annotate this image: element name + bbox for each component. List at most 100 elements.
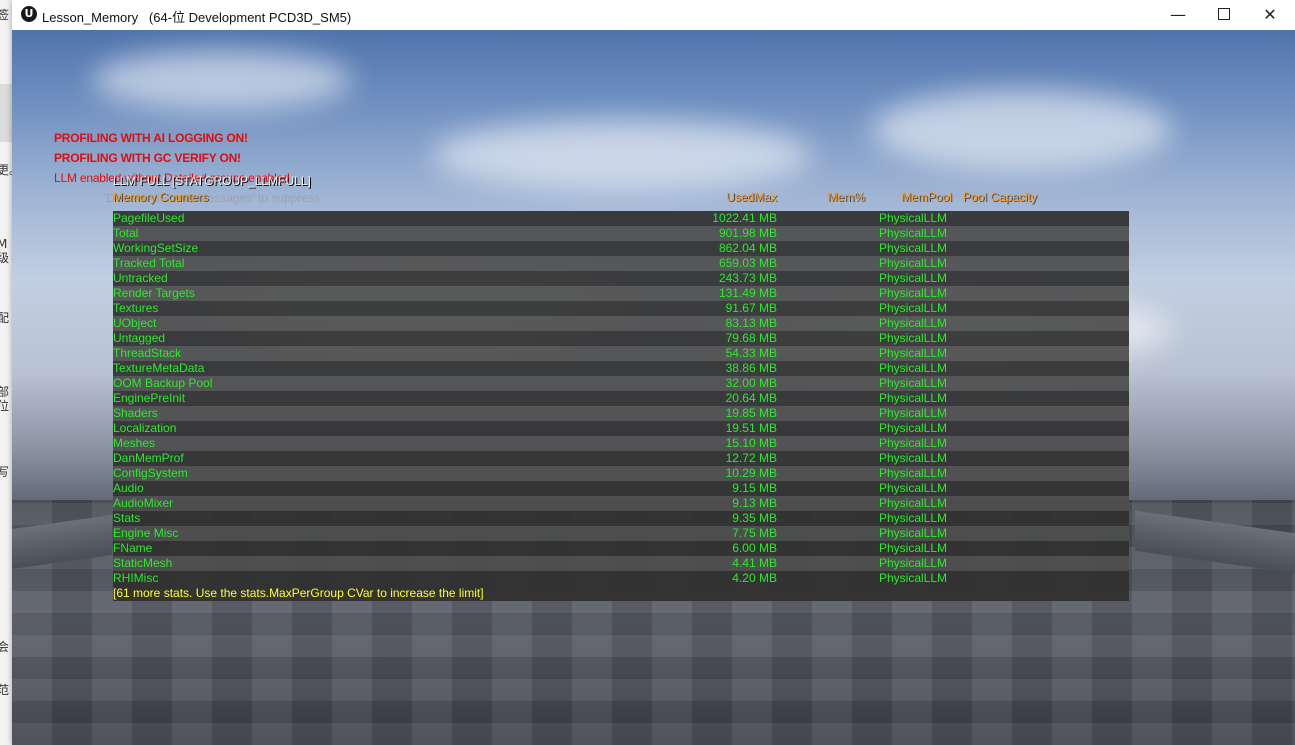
stat-row: FName 6.00 MB PhysicalLLM bbox=[113, 541, 1129, 556]
stat-used-max: 83.13 MB bbox=[725, 316, 777, 330]
game-window: U Lesson_Memory (64-位 Development PCD3D_… bbox=[12, 0, 1295, 745]
stat-name: Untagged bbox=[113, 331, 166, 345]
stat-row: Untracked 243.73 MB PhysicalLLM bbox=[113, 271, 1129, 286]
stat-mem-pool: PhysicalLLM bbox=[879, 481, 948, 495]
stat-row: StaticMesh 4.41 MB PhysicalLLM bbox=[113, 556, 1129, 571]
stat-mem-pool: PhysicalLLM bbox=[879, 286, 948, 300]
stat-used-max: 54.33 MB bbox=[725, 346, 777, 360]
stat-name: FName bbox=[113, 541, 153, 555]
stat-used-max: 4.41 MB bbox=[732, 556, 777, 570]
stat-mem-pool: PhysicalLLM bbox=[879, 226, 948, 240]
stat-row: DanMemProf 12.72 MB PhysicalLLM bbox=[113, 451, 1129, 466]
stat-used-max: 19.51 MB bbox=[725, 421, 777, 435]
stat-used-max: 659.03 MB bbox=[718, 256, 777, 270]
stat-group-title: LLM FULL [STATGROUP_LLMFULL] bbox=[113, 174, 311, 188]
stat-name: Audio bbox=[113, 481, 144, 495]
stat-used-max: 4.20 MB bbox=[732, 571, 777, 585]
stat-name: Untracked bbox=[113, 271, 168, 285]
stat-mem-pool: PhysicalLLM bbox=[879, 511, 948, 525]
title-bar[interactable]: U Lesson_Memory (64-位 Development PCD3D_… bbox=[12, 0, 1295, 30]
stat-mem-pool: PhysicalLLM bbox=[879, 211, 948, 225]
maximize-icon bbox=[1218, 8, 1230, 20]
stat-used-max: 32.00 MB bbox=[725, 376, 777, 390]
stat-row: EnginePreInit 20.64 MB PhysicalLLM bbox=[113, 391, 1129, 406]
stat-row: WorkingSetSize 862.04 MB PhysicalLLM bbox=[113, 241, 1129, 256]
stat-mem-pool: PhysicalLLM bbox=[879, 346, 948, 360]
stat-mem-pool: PhysicalLLM bbox=[879, 556, 948, 570]
stat-name: TextureMetaData bbox=[113, 361, 205, 375]
cloud bbox=[432, 120, 812, 190]
stat-mem-pool: PhysicalLLM bbox=[879, 541, 948, 555]
close-button[interactable]: ✕ bbox=[1247, 0, 1293, 30]
stat-used-max: 38.86 MB bbox=[725, 361, 777, 375]
stat-mem-pool: PhysicalLLM bbox=[879, 331, 948, 345]
background-text: 写 bbox=[0, 465, 9, 479]
stat-mem-pool: PhysicalLLM bbox=[879, 526, 948, 540]
stat-used-max: 20.64 MB bbox=[725, 391, 777, 405]
close-icon: ✕ bbox=[1263, 5, 1277, 24]
stat-used-max: 79.68 MB bbox=[725, 331, 777, 345]
stat-used-max: 131.49 MB bbox=[718, 286, 777, 300]
stat-name: Textures bbox=[113, 301, 159, 315]
stat-used-max: 9.13 MB bbox=[732, 496, 777, 510]
stat-mem-pool: PhysicalLLM bbox=[879, 496, 948, 510]
stat-used-max: 12.72 MB bbox=[725, 451, 777, 465]
stat-name: Shaders bbox=[113, 406, 158, 420]
stat-row: AudioMixer 9.13 MB PhysicalLLM bbox=[113, 496, 1129, 511]
stat-used-max: 7.75 MB bbox=[732, 526, 777, 540]
header-pool-capacity: Pool Capacity bbox=[963, 190, 1038, 204]
header-memory-counters: Memory Counters bbox=[113, 190, 209, 204]
stat-used-max: 9.15 MB bbox=[732, 481, 777, 495]
stat-row: Engine Misc 7.75 MB PhysicalLLM bbox=[113, 526, 1129, 541]
stat-mem-pool: PhysicalLLM bbox=[879, 256, 948, 270]
stat-name: Stats bbox=[113, 511, 141, 525]
stat-used-max: 19.85 MB bbox=[725, 406, 777, 420]
stat-name: RHIMisc bbox=[113, 571, 159, 585]
stat-used-max: 15.10 MB bbox=[725, 436, 777, 450]
unreal-logo-icon: U bbox=[21, 6, 37, 22]
stat-used-max: 6.00 MB bbox=[732, 541, 777, 555]
game-viewport[interactable]: PROFILING WITH AI LOGGING ON! PROFILING … bbox=[12, 30, 1295, 745]
stat-name: Engine Misc bbox=[113, 526, 179, 540]
stat-mem-pool: PhysicalLLM bbox=[879, 301, 948, 315]
stat-used-max: 91.67 MB bbox=[725, 301, 777, 315]
stat-row: Render Targets 131.49 MB PhysicalLLM bbox=[113, 286, 1129, 301]
stat-mem-pool: PhysicalLLM bbox=[879, 421, 948, 435]
stat-name: Render Targets bbox=[113, 286, 195, 300]
stat-row: Localization 19.51 MB PhysicalLLM bbox=[113, 421, 1129, 436]
stat-name: StaticMesh bbox=[113, 556, 173, 570]
header-mem-percent: Mem% bbox=[827, 190, 865, 204]
stat-used-max: 901.98 MB bbox=[718, 226, 777, 240]
stat-row: UObject 83.13 MB PhysicalLLM bbox=[113, 316, 1129, 331]
stat-mem-pool: PhysicalLLM bbox=[879, 451, 948, 465]
stat-mem-pool: PhysicalLLM bbox=[879, 571, 948, 585]
stat-name: UObject bbox=[113, 316, 157, 330]
stat-used-max: 862.04 MB bbox=[718, 241, 777, 255]
stat-row: Textures 91.67 MB PhysicalLLM bbox=[113, 301, 1129, 316]
stat-used-max: 9.35 MB bbox=[732, 511, 777, 525]
stat-mem-pool: PhysicalLLM bbox=[879, 391, 948, 405]
stat-mem-pool: PhysicalLLM bbox=[879, 436, 948, 450]
stat-row: Audio 9.15 MB PhysicalLLM bbox=[113, 481, 1129, 496]
stat-name: ConfigSystem bbox=[113, 466, 188, 480]
stat-mem-pool: PhysicalLLM bbox=[879, 241, 948, 255]
gc-verify-warning: PROFILING WITH GC VERIFY ON! bbox=[54, 151, 241, 165]
stat-row: Shaders 19.85 MB PhysicalLLM bbox=[113, 406, 1129, 421]
maximize-button[interactable] bbox=[1201, 0, 1247, 30]
minimize-button[interactable]: — bbox=[1155, 0, 1201, 30]
stat-name: AudioMixer bbox=[113, 496, 174, 510]
stat-mem-pool: PhysicalLLM bbox=[879, 361, 948, 375]
stat-used-max: 1022.41 MB bbox=[712, 211, 777, 225]
stat-row: Stats 9.35 MB PhysicalLLM bbox=[113, 511, 1129, 526]
stat-row: TextureMetaData 38.86 MB PhysicalLLM bbox=[113, 361, 1129, 376]
stat-name: EnginePreInit bbox=[113, 391, 186, 405]
stat-name: OOM Backup Pool bbox=[113, 376, 213, 390]
stat-row: Untagged 79.68 MB PhysicalLLM bbox=[113, 331, 1129, 346]
stat-name: Meshes bbox=[113, 436, 156, 450]
stat-row: Meshes 15.10 MB PhysicalLLM bbox=[113, 436, 1129, 451]
stat-name: Total bbox=[113, 226, 139, 240]
stat-used-max: 243.73 MB bbox=[718, 271, 777, 285]
stat-row: PagefileUsed 1022.41 MB PhysicalLLM bbox=[113, 211, 1129, 226]
background-text: 配 bbox=[0, 311, 9, 325]
stat-row: Total 901.98 MB PhysicalLLM bbox=[113, 226, 1129, 241]
